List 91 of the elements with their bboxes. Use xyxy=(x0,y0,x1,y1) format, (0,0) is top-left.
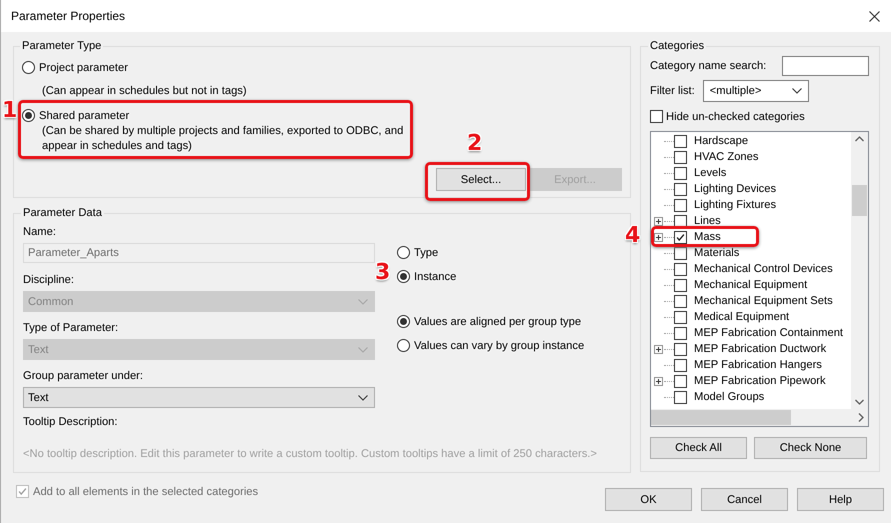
checkbox[interactable] xyxy=(674,342,687,356)
chevron-right-icon[interactable] xyxy=(858,413,864,422)
scrollbar-thumb[interactable] xyxy=(852,185,867,216)
field-label: Type of Parameter: xyxy=(23,321,120,335)
radio-button[interactable] xyxy=(22,61,35,74)
option-description: (Can appear in schedules but not in tags) xyxy=(42,84,248,99)
checkbox[interactable] xyxy=(674,246,687,260)
help-button[interactable]: Help xyxy=(797,488,884,511)
category-item[interactable]: Materials xyxy=(694,247,740,259)
radio-label[interactable]: Type xyxy=(414,246,438,258)
field-label: Category name search: xyxy=(650,60,766,72)
tooltip-description: <No tooltip description. Edit this parameter to write a custom tooltip. Custom tooltips have a limit of 250 characters.> xyxy=(23,448,598,462)
chevron-up-icon[interactable] xyxy=(855,136,864,142)
checkbox[interactable] xyxy=(674,326,687,340)
radio-button[interactable] xyxy=(22,109,35,122)
radio-button[interactable] xyxy=(397,315,410,328)
checkbox[interactable] xyxy=(650,110,663,123)
radio-label[interactable]: Values can vary by group instance xyxy=(414,340,584,352)
expand-icon[interactable] xyxy=(654,344,663,354)
checkbox[interactable] xyxy=(674,198,687,212)
radio-button[interactable] xyxy=(397,339,410,352)
chevron-down-icon[interactable] xyxy=(855,399,864,405)
category-item[interactable]: Lines xyxy=(694,215,721,227)
category-item[interactable]: Mechanical Equipment Sets xyxy=(694,295,833,307)
radio-label[interactable]: Project parameter xyxy=(39,62,128,74)
expand-icon[interactable] xyxy=(654,232,663,242)
category-item[interactable]: Mechanical Control Devices xyxy=(694,263,833,275)
check-all-button[interactable]: Check All xyxy=(650,437,747,459)
radio-button[interactable] xyxy=(397,270,410,283)
field-label: Tooltip Description: xyxy=(23,415,119,429)
chevron-down-icon xyxy=(358,346,368,352)
radio-label[interactable]: Values are aligned per group type xyxy=(414,316,582,328)
checkbox[interactable] xyxy=(674,166,687,180)
radio-label[interactable]: Shared parameter xyxy=(39,110,130,122)
category-item[interactable]: Hardscape xyxy=(694,135,748,147)
category-item[interactable]: Lighting Devices xyxy=(694,183,776,195)
chevron-down-icon xyxy=(358,394,368,400)
category-item[interactable]: Mass xyxy=(694,231,721,243)
category-item[interactable]: MEP Fabrication Containment xyxy=(694,327,844,339)
checkbox[interactable] xyxy=(674,358,687,372)
category-item[interactable]: MEP Fabrication Ductwork xyxy=(694,343,826,355)
dropdown[interactable]: Text xyxy=(23,387,375,408)
dropdown[interactable]: <multiple> xyxy=(702,80,809,102)
category-item[interactable]: MEP Fabrication Pipework xyxy=(694,375,826,387)
close-icon[interactable] xyxy=(869,10,880,22)
group-title: Parameter Type xyxy=(21,40,102,52)
category-item[interactable]: Medical Equipment xyxy=(694,311,790,323)
group-title: Parameter Data xyxy=(22,207,103,219)
checkbox[interactable] xyxy=(674,214,687,228)
checkbox[interactable] xyxy=(674,390,687,404)
field-label: Filter list: xyxy=(650,85,695,97)
checkbox[interactable] xyxy=(674,150,687,164)
expand-icon[interactable] xyxy=(654,376,663,386)
group-title: Categories xyxy=(649,40,706,52)
chevron-down-icon xyxy=(792,88,802,94)
checkbox[interactable] xyxy=(674,230,687,244)
callout-number: 3 xyxy=(375,261,390,285)
category-item[interactable]: HVAC Zones xyxy=(694,151,758,163)
category-item[interactable]: Model Groups xyxy=(694,391,764,403)
check-none-button[interactable]: Check None xyxy=(754,437,867,459)
checkbox-label[interactable]: Hide un-checked categories xyxy=(666,110,805,122)
checkbox[interactable] xyxy=(674,134,687,148)
checkbox[interactable] xyxy=(674,262,687,276)
chevron-down-icon xyxy=(358,298,368,304)
callout-number: 1 xyxy=(2,99,18,123)
ok-button[interactable]: OK xyxy=(605,488,692,511)
field-label: Discipline: xyxy=(23,273,75,287)
field-label: Group parameter under: xyxy=(23,369,144,383)
horizontal-scrollbar[interactable] xyxy=(651,409,868,426)
checkbox[interactable] xyxy=(674,294,687,308)
cancel-button[interactable]: Cancel xyxy=(701,488,788,511)
scrollbar-thumb[interactable] xyxy=(651,410,791,425)
option-description: (Can be shared by multiple projects and families, exported to ODBC, and appear in schedules and tags) xyxy=(42,124,404,154)
vertical-scrollbar[interactable] xyxy=(851,132,868,409)
category-item[interactable]: Mechanical Equipment xyxy=(694,279,808,291)
checkbox[interactable] xyxy=(674,182,687,196)
window-title: Parameter Properties xyxy=(11,9,126,23)
checkbox[interactable] xyxy=(674,310,687,324)
callout-number: 2 xyxy=(467,132,482,156)
category-item[interactable]: Lighting Fixtures xyxy=(694,199,776,211)
expand-icon[interactable] xyxy=(654,216,663,226)
search-field[interactable] xyxy=(782,56,869,76)
field-label: Name: xyxy=(23,225,57,239)
callout-number: 4 xyxy=(625,224,640,248)
radio-button[interactable] xyxy=(397,246,410,259)
category-item[interactable]: MEP Fabrication Hangers xyxy=(694,359,822,371)
checkbox[interactable] xyxy=(674,278,687,292)
category-item[interactable]: Levels xyxy=(694,167,726,179)
radio-label[interactable]: Instance xyxy=(414,270,456,282)
select-button[interactable]: Select... xyxy=(436,168,526,191)
checkbox[interactable] xyxy=(674,374,687,388)
